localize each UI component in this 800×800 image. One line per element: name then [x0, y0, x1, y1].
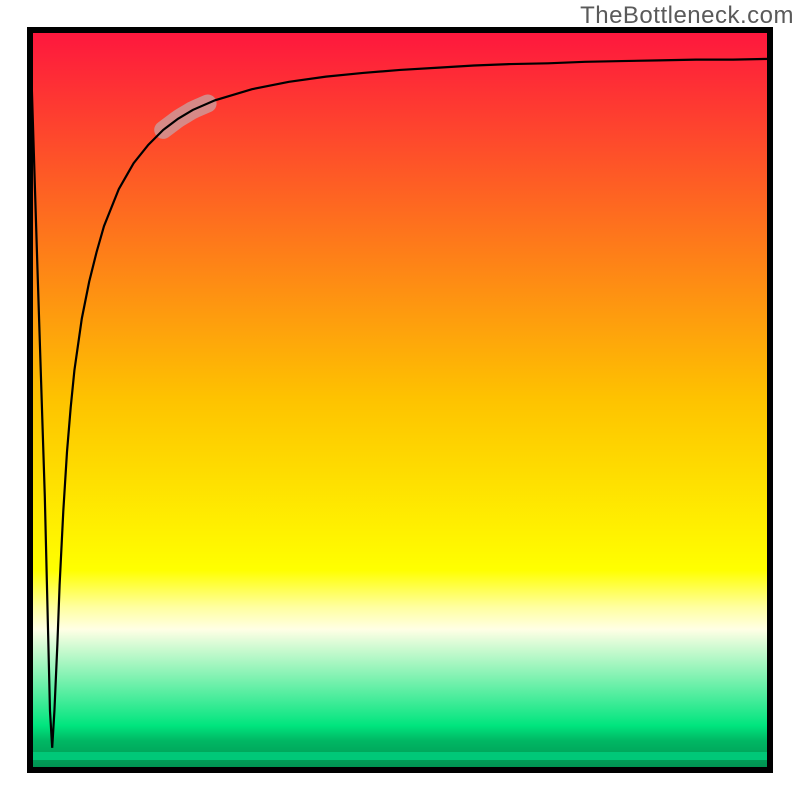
green-band	[30, 752, 770, 760]
plot-background	[30, 30, 770, 770]
chart-stage: TheBottleneck.com	[0, 0, 800, 800]
watermark-text: TheBottleneck.com	[580, 2, 794, 30]
bottleneck-chart	[0, 0, 800, 800]
